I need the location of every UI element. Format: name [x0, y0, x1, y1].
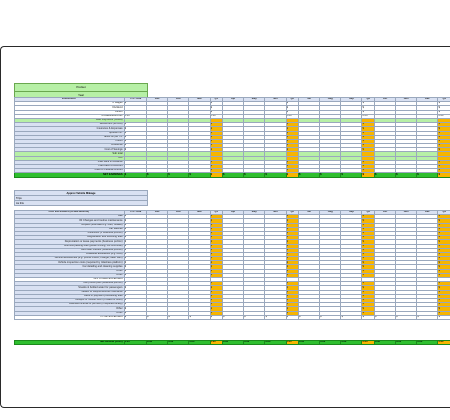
table-cell[interactable]: $ — [297, 314, 321, 320]
table-cell[interactable]: $ — [373, 172, 397, 178]
table-row: TOTAL EXPENSES $ $ $ $ $ $ $ $ $ $ $ $ $ $ $ $ $ — [14, 314, 450, 320]
table-cell[interactable]: 0.00 — [146, 339, 169, 346]
table-cell[interactable]: 0.00 — [188, 339, 211, 346]
table-cell[interactable]: $ — [243, 314, 266, 320]
table-cell[interactable]: $ — [221, 172, 245, 178]
table-cell[interactable]: $ — [340, 172, 363, 178]
table-cell[interactable]: 0.00 — [373, 339, 397, 346]
table-cell[interactable]: $ — [167, 172, 190, 178]
table-row: Net Income (Loss) 0.00 0.00 0.00 0.00 0.00 0.0… — [14, 339, 450, 346]
table-cell[interactable]: 0.00 — [297, 339, 321, 346]
table-cell[interactable]: $ — [209, 172, 224, 178]
earnings-table: EARNINGS YTD Total Jan Feb Mar Q1 Apr May Jun Q2 J… — [14, 96, 450, 178]
vehicle-mileage-table: Approx Vehicle Mileage Trips As this — [14, 190, 148, 206]
table-cell[interactable]: $ — [264, 172, 287, 178]
table-cell[interactable]: $ — [188, 314, 211, 320]
vehicle-mileage-row[interactable]: As this — [14, 200, 148, 206]
table-cell[interactable]: $ — [209, 314, 224, 320]
expenses-table: CAR EXPENSES (Actual Method) YTD Total Jan… — [14, 209, 450, 320]
page-frame: Pocket Year EARNINGS YTD Total Jan Feb Mar Q1… — [0, 46, 450, 408]
spreadsheet[interactable]: Pocket Year EARNINGS YTD Total Jan Feb Mar Q1… — [1, 47, 450, 407]
table-cell[interactable]: $ — [123, 172, 148, 178]
net-income-table: Net Income (Loss) 0.00 0.00 0.00 0.00 0.00 0.0… — [14, 339, 450, 346]
table-cell[interactable]: $ — [264, 314, 287, 320]
table-cell[interactable]: 0.00 — [395, 339, 418, 346]
table-cell[interactable]: $ — [285, 314, 299, 320]
table-cell[interactable]: $ — [437, 172, 450, 178]
table-cell[interactable]: $ — [416, 172, 439, 178]
table-cell[interactable]: 0.00 — [209, 339, 224, 346]
table-cell[interactable]: $ — [416, 314, 439, 320]
table-cell[interactable]: 0.00 — [416, 339, 439, 346]
table-cell[interactable]: $ — [188, 172, 211, 178]
table-cell[interactable]: $ — [395, 314, 418, 320]
table-cell[interactable]: $ — [123, 314, 148, 320]
table-cell[interactable]: 0.00 — [243, 339, 266, 346]
table-cell[interactable]: $ — [361, 314, 375, 320]
table-cell[interactable]: 0.00 — [361, 339, 375, 346]
table-cell[interactable]: 0.00 — [221, 339, 245, 346]
table-cell[interactable]: 0.00 — [264, 339, 287, 346]
table-cell[interactable]: $ — [221, 314, 245, 320]
table-cell[interactable]: $ — [243, 172, 266, 178]
table-cell[interactable]: $ — [319, 172, 342, 178]
table-cell[interactable]: $ — [167, 314, 190, 320]
table-cell[interactable]: 0.00 — [167, 339, 190, 346]
row-label[interactable]: NET EARNINGS — [14, 172, 125, 178]
table-cell[interactable]: $ — [361, 172, 375, 178]
row-label[interactable]: TOTAL EXPENSES — [14, 314, 125, 320]
table-cell[interactable]: 0.00 — [319, 339, 342, 346]
table-cell[interactable]: 0.00 — [285, 339, 299, 346]
table-cell[interactable]: $ — [373, 314, 397, 320]
table-cell[interactable]: $ — [146, 314, 169, 320]
row-label[interactable]: Net Income (Loss) — [14, 339, 125, 346]
table-cell[interactable]: $ — [297, 172, 321, 178]
table-row: NET EARNINGS $ $ $ $ $ $ $ $ $ $ $ $ $ $ $ $ $ — [14, 172, 450, 178]
table-cell[interactable]: 0.00 — [340, 339, 363, 346]
table-cell[interactable]: $ — [319, 314, 342, 320]
table-cell[interactable]: $ — [146, 172, 169, 178]
table-cell[interactable]: $ — [437, 314, 450, 320]
title-line-1: Pocket — [76, 85, 86, 89]
table-cell[interactable]: $ — [340, 314, 363, 320]
table-cell[interactable]: $ — [395, 172, 418, 178]
table-cell[interactable]: $ — [285, 172, 299, 178]
table-cell[interactable]: 0.00 — [437, 339, 450, 346]
table-cell[interactable]: 0.00 — [123, 339, 148, 346]
